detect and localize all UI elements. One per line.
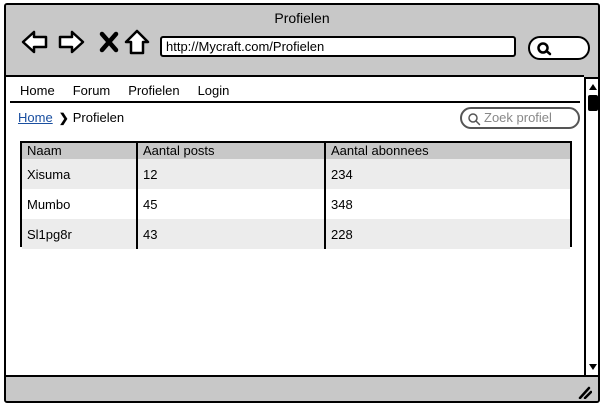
menu-item-forum[interactable]: Forum <box>73 83 111 98</box>
browser-window: Profielen http://Mycraft.com/Profielen H… <box>4 3 600 403</box>
search-icon <box>468 113 481 126</box>
scroll-up-icon[interactable] <box>587 81 599 93</box>
stop-x-icon[interactable] <box>94 27 124 57</box>
cell-naam: Mumbo <box>22 189 137 219</box>
status-bar <box>6 375 598 401</box>
cell-abonnees: 228 <box>324 219 570 249</box>
breadcrumb-current: Profielen <box>72 110 125 125</box>
forward-arrow-icon[interactable] <box>56 27 86 57</box>
table-header-row: Naam Aantal posts Aantal abonnees <box>22 143 570 159</box>
scroll-down-icon[interactable] <box>587 361 599 373</box>
page-content: Home Forum Profielen Login Home ❯ Profie… <box>6 75 584 375</box>
column-header-naam[interactable]: Naam <box>22 143 137 159</box>
browser-search-button[interactable] <box>528 36 590 60</box>
menu-item-profielen[interactable]: Profielen <box>128 83 179 98</box>
cell-posts: 12 <box>136 159 325 189</box>
main-menu: Home Forum Profielen Login <box>10 79 580 103</box>
breadcrumb: Home ❯ Profielen <box>18 110 124 125</box>
cell-posts: 43 <box>136 219 325 249</box>
home-icon[interactable] <box>122 27 152 57</box>
resize-grip-icon[interactable] <box>576 385 592 399</box>
cell-naam: Sl1pg8r <box>22 219 137 249</box>
cell-abonnees: 348 <box>324 189 570 219</box>
cell-naam: Xisuma <box>22 159 137 189</box>
table-row[interactable]: Mumbo 45 348 <box>22 189 570 219</box>
table-row[interactable]: Xisuma 12 234 <box>22 159 570 189</box>
menu-item-login[interactable]: Login <box>198 83 230 98</box>
back-arrow-icon[interactable] <box>20 27 50 57</box>
cell-abonnees: 234 <box>324 159 570 189</box>
scroll-thumb[interactable] <box>588 95 598 111</box>
vertical-scrollbar[interactable] <box>584 77 599 375</box>
chevron-right-icon: ❯ <box>58 110 69 125</box>
column-header-aantal-abonnees[interactable]: Aantal abonnees <box>324 143 570 159</box>
profile-search-placeholder: Zoek profiel <box>484 110 552 125</box>
menu-item-home[interactable]: Home <box>20 83 55 98</box>
profile-search-input[interactable]: Zoek profiel <box>460 107 580 129</box>
window-title: Profielen <box>274 10 330 26</box>
url-input[interactable]: http://Mycraft.com/Profielen <box>160 36 516 57</box>
title-bar: Profielen http://Mycraft.com/Profielen <box>6 5 598 75</box>
search-icon <box>537 42 552 56</box>
profiles-table: Naam Aantal posts Aantal abonnees Xisuma… <box>20 141 572 249</box>
column-header-aantal-posts[interactable]: Aantal posts <box>136 143 325 159</box>
table-row[interactable]: Sl1pg8r 43 228 <box>22 219 570 249</box>
cell-posts: 45 <box>136 189 325 219</box>
breadcrumb-home-link[interactable]: Home <box>18 110 53 125</box>
